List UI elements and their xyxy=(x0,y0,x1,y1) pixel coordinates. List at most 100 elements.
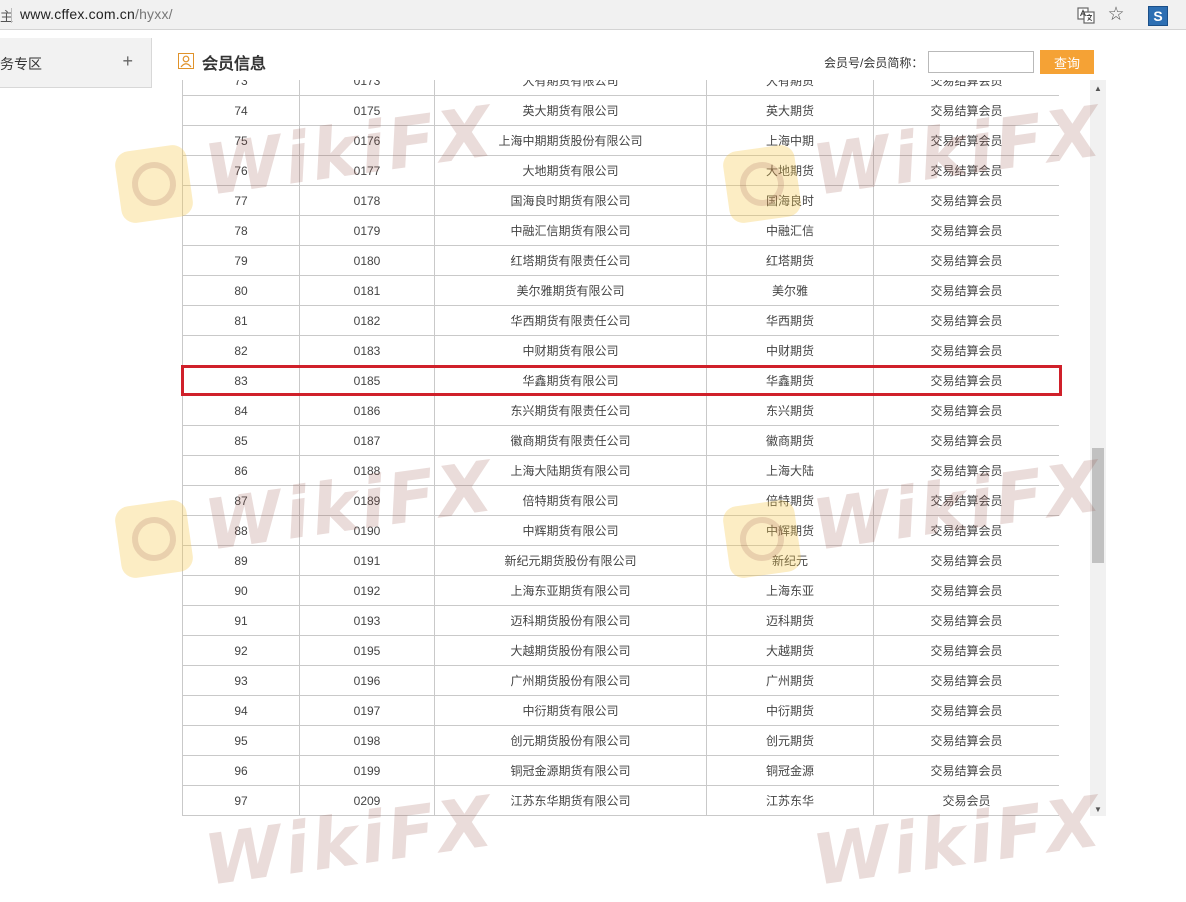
cell-short-name: 倍特期货 xyxy=(706,485,874,516)
cell-index: 79 xyxy=(182,245,300,276)
cell-member-id: 0183 xyxy=(299,335,435,366)
member-search-input[interactable] xyxy=(928,51,1034,73)
sidebar-item-business-zone[interactable]: 务专区 + xyxy=(0,38,152,88)
cell-short-name: 美尔雅 xyxy=(706,275,874,306)
vertical-scrollbar[interactable]: ▲ ▼ xyxy=(1090,80,1106,816)
table-row: 84 0186 东兴期货有限责任公司 东兴期货 交易结算会员 xyxy=(182,395,1059,426)
cell-index: 93 xyxy=(182,665,300,696)
table-row: 80 0181 美尔雅期货有限公司 美尔雅 交易结算会员 xyxy=(182,275,1059,306)
cell-index: 89 xyxy=(182,545,300,576)
cell-member-type: 交易结算会员 xyxy=(873,635,1059,666)
cell-company-name: 中融汇信期货有限公司 xyxy=(434,215,707,246)
cell-short-name: 江苏东华 xyxy=(706,785,874,816)
cell-short-name: 中融汇信 xyxy=(706,215,874,246)
cell-member-id: 0199 xyxy=(299,755,435,786)
cell-member-type: 交易结算会员 xyxy=(873,365,1059,396)
expand-plus-icon[interactable]: + xyxy=(122,51,133,72)
cell-member-id: 0173 xyxy=(299,80,435,96)
cell-short-name: 创元期货 xyxy=(706,725,874,756)
cell-index: 86 xyxy=(182,455,300,486)
scrollbar-thumb[interactable] xyxy=(1092,448,1104,563)
cell-index: 78 xyxy=(182,215,300,246)
cell-short-name: 中辉期货 xyxy=(706,515,874,546)
cell-member-id: 0192 xyxy=(299,575,435,606)
cell-company-name: 创元期货股份有限公司 xyxy=(434,725,707,756)
table-row: 92 0195 大越期货股份有限公司 大越期货 交易结算会员 xyxy=(182,635,1059,666)
cell-company-name: 大地期货有限公司 xyxy=(434,155,707,186)
cell-short-name: 上海大陆 xyxy=(706,455,874,486)
cell-short-name: 大地期货 xyxy=(706,155,874,186)
cell-member-type: 交易结算会员 xyxy=(873,275,1059,306)
sidebar-item-label: 务专区 xyxy=(0,56,42,72)
table-row: 78 0179 中融汇信期货有限公司 中融汇信 交易结算会员 xyxy=(182,215,1059,246)
cell-member-type: 交易结算会员 xyxy=(873,665,1059,696)
page-title: 会员信息 xyxy=(202,56,267,73)
cell-short-name: 华鑫期货 xyxy=(706,365,874,396)
cell-member-type: 交易结算会员 xyxy=(873,545,1059,576)
cell-index: 76 xyxy=(182,155,300,186)
table-row: 77 0178 国海良时期货有限公司 国海良时 交易结算会员 xyxy=(182,185,1059,216)
cell-short-name: 中财期货 xyxy=(706,335,874,366)
cell-member-type: 交易结算会员 xyxy=(873,725,1059,756)
table-row: 79 0180 红塔期货有限责任公司 红塔期货 交易结算会员 xyxy=(182,245,1059,276)
cell-company-name: 国海良时期货有限公司 xyxy=(434,185,707,216)
cell-index: 90 xyxy=(182,575,300,606)
cell-member-type: 交易结算会员 xyxy=(873,395,1059,426)
cell-index: 73 xyxy=(182,80,300,96)
cell-member-id: 0195 xyxy=(299,635,435,666)
cell-index: 75 xyxy=(182,125,300,156)
extension-s-icon[interactable]: S xyxy=(1148,6,1168,26)
translate-icon[interactable] xyxy=(1076,5,1096,25)
cell-member-type: 交易结算会员 xyxy=(873,155,1059,186)
cell-index: 87 xyxy=(182,485,300,516)
member-table: 73 0173 大有期货有限公司 大有期货 交易结算会员 74 0175 英大期货有限公司 英大… xyxy=(182,80,1059,816)
scroll-up-arrow-icon[interactable]: ▲ xyxy=(1090,84,1106,93)
bookmark-star-icon[interactable]: ☆ xyxy=(1106,5,1126,25)
table-row: 95 0198 创元期货股份有限公司 创元期货 交易结算会员 xyxy=(182,725,1059,756)
cell-member-id: 0175 xyxy=(299,95,435,126)
cell-short-name: 英大期货 xyxy=(706,95,874,126)
table-row: 93 0196 广州期货股份有限公司 广州期货 交易结算会员 xyxy=(182,665,1059,696)
url-path: /hyxx/ xyxy=(134,6,173,22)
cell-index: 82 xyxy=(182,335,300,366)
cell-index: 96 xyxy=(182,755,300,786)
query-button[interactable]: 查询 xyxy=(1040,50,1094,74)
cell-member-type: 交易结算会员 xyxy=(873,125,1059,156)
cell-company-name: 红塔期货有限责任公司 xyxy=(434,245,707,276)
table-row: 86 0188 上海大陆期货有限公司 上海大陆 交易结算会员 xyxy=(182,455,1059,486)
cell-member-id: 0177 xyxy=(299,155,435,186)
cell-member-id: 0196 xyxy=(299,665,435,696)
cell-member-id: 0188 xyxy=(299,455,435,486)
cell-member-type: 交易结算会员 xyxy=(873,185,1059,216)
cell-company-name: 上海大陆期货有限公司 xyxy=(434,455,707,486)
scroll-down-arrow-icon[interactable]: ▼ xyxy=(1090,805,1106,814)
table-row: 75 0176 上海中期期货股份有限公司 上海中期 交易结算会员 xyxy=(182,125,1059,156)
cell-company-name: 中衍期货有限公司 xyxy=(434,695,707,726)
cell-short-name: 大有期货 xyxy=(706,80,874,96)
cell-member-id: 0191 xyxy=(299,545,435,576)
table-row: 73 0173 大有期货有限公司 大有期货 交易结算会员 xyxy=(182,80,1059,96)
search-label: 会员号/会员简称： xyxy=(824,56,924,70)
cell-short-name: 徽商期货 xyxy=(706,425,874,456)
cell-company-name: 中财期货有限公司 xyxy=(434,335,707,366)
cell-short-name: 铜冠金源 xyxy=(706,755,874,786)
cell-short-name: 红塔期货 xyxy=(706,245,874,276)
cell-company-name: 华鑫期货有限公司 xyxy=(434,365,707,396)
browser-address-bar: 主 www.cffex.com.cn/hyxx/ ☆ S xyxy=(0,0,1186,30)
member-info-header: 会员信息 会员号/会员简称： 查询 xyxy=(176,46,1096,80)
cell-member-type: 交易结算会员 xyxy=(873,425,1059,456)
cell-index: 74 xyxy=(182,95,300,126)
table-row: 85 0187 徽商期货有限责任公司 徽商期货 交易结算会员 xyxy=(182,425,1059,456)
table-row: 81 0182 华西期货有限责任公司 华西期货 交易结算会员 xyxy=(182,305,1059,336)
url-field[interactable]: www.cffex.com.cn/hyxx/ xyxy=(20,6,173,22)
cell-member-id: 0198 xyxy=(299,725,435,756)
cell-member-id: 0209 xyxy=(299,785,435,816)
cell-member-type: 交易结算会员 xyxy=(873,80,1059,96)
url-host: www.cffex.com.cn xyxy=(20,6,135,22)
cell-member-type: 交易结算会员 xyxy=(873,455,1059,486)
cell-member-id: 0186 xyxy=(299,395,435,426)
cell-member-id: 0185 xyxy=(299,365,435,396)
cell-member-type: 交易结算会员 xyxy=(873,215,1059,246)
cell-member-id: 0182 xyxy=(299,305,435,336)
cell-short-name: 大越期货 xyxy=(706,635,874,666)
